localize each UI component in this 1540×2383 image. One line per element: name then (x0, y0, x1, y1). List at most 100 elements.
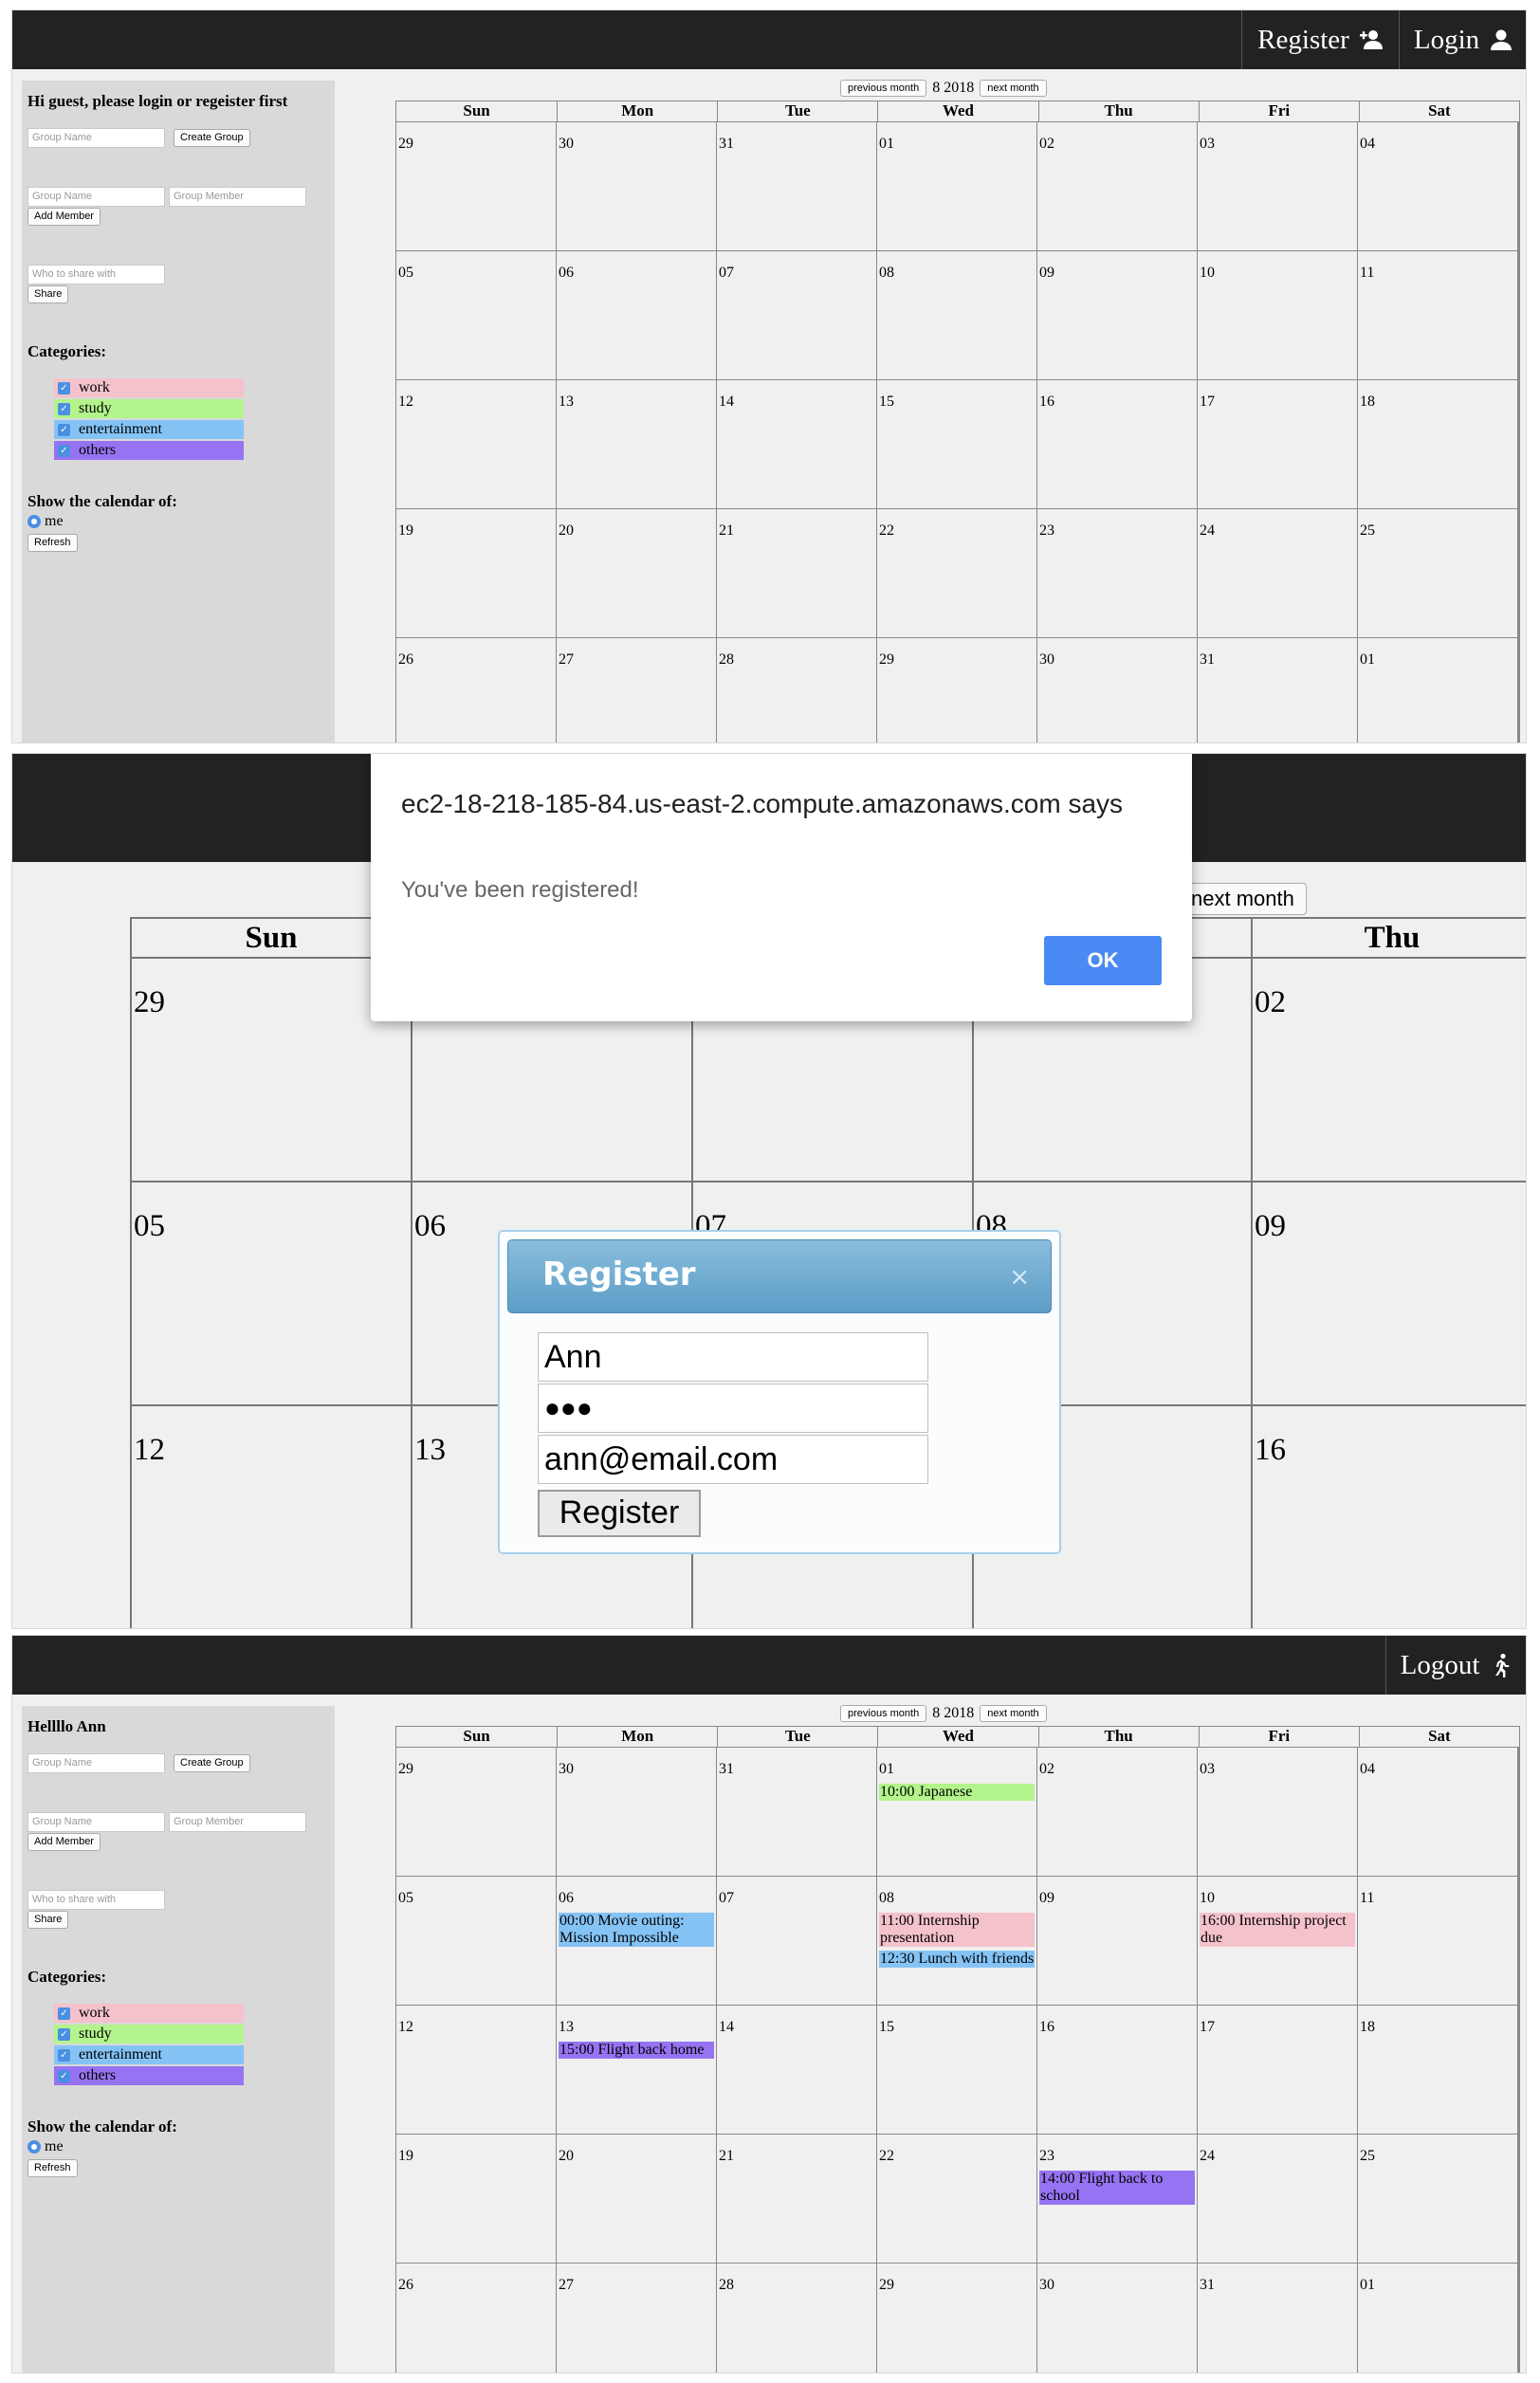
category-work[interactable]: ✓ work (54, 378, 244, 397)
day-cell[interactable]: 15 (877, 2006, 1037, 2135)
day-cell[interactable]: 18 (1358, 380, 1518, 509)
checkbox-icon[interactable]: ✓ (58, 402, 70, 415)
day-cell[interactable]: 12 (132, 1406, 412, 1628)
radio-icon[interactable] (28, 2140, 41, 2154)
day-cell[interactable]: 24 (1198, 2135, 1358, 2264)
day-cell[interactable]: 23 14:00 Flight back to school (1037, 2135, 1198, 2264)
add-member-button[interactable]: Add Member (28, 208, 101, 226)
day-cell[interactable]: 09 (1037, 251, 1198, 380)
share-button[interactable]: Share (28, 1911, 69, 1929)
create-group-button[interactable]: Create Group (174, 129, 250, 147)
day-cell[interactable]: 25 (1358, 2135, 1518, 2264)
group-name-input[interactable]: Group Name (28, 1753, 165, 1773)
day-cell[interactable]: 19 (396, 2135, 557, 2264)
checkbox-icon[interactable]: ✓ (58, 2007, 70, 2020)
day-cell[interactable]: 30 (557, 1748, 717, 1877)
day-cell[interactable]: 23 (1037, 509, 1198, 638)
register-submit-button[interactable]: Register (538, 1490, 701, 1537)
share-button[interactable]: Share (28, 285, 69, 303)
day-cell[interactable]: 24 (1198, 509, 1358, 638)
day-cell[interactable]: 21 (717, 509, 877, 638)
member-group-name-input[interactable]: Group Name (28, 187, 165, 207)
checkbox-icon[interactable]: ✓ (58, 2069, 70, 2082)
day-cell[interactable]: 31 (1198, 638, 1358, 742)
day-cell[interactable]: 10 16:00 Internship project due (1198, 1877, 1358, 2006)
day-cell[interactable]: 13 15:00 Flight back home (557, 2006, 717, 2135)
day-cell[interactable]: 07 (717, 1877, 877, 2006)
password-input[interactable]: ●●● (538, 1384, 928, 1433)
category-study[interactable]: ✓ study (54, 399, 244, 418)
calendar-event[interactable]: 12:30 Lunch with friends (879, 1951, 1035, 1968)
day-cell[interactable]: 12 (396, 380, 557, 509)
day-cell[interactable]: 05 (132, 1182, 412, 1406)
day-cell[interactable]: 01 (1358, 638, 1518, 742)
calendar-event[interactable]: 15:00 Flight back home (559, 2042, 714, 2059)
day-cell[interactable]: 01 (1358, 2264, 1518, 2373)
day-cell[interactable]: 01 (877, 122, 1037, 251)
day-cell[interactable]: 04 (1358, 1748, 1518, 1877)
day-cell[interactable]: 07 (717, 251, 877, 380)
show-me-radio[interactable]: me (28, 2138, 64, 2155)
day-cell[interactable]: 26 (396, 2264, 557, 2373)
day-cell[interactable]: 27 (557, 2264, 717, 2373)
day-cell[interactable]: 05 (396, 251, 557, 380)
day-cell[interactable]: 01 10:00 Japanese (877, 1748, 1037, 1877)
day-cell[interactable]: 30 (557, 122, 717, 251)
day-cell[interactable]: 02 (1037, 1748, 1198, 1877)
show-me-radio[interactable]: me (28, 513, 64, 530)
day-cell[interactable]: 29 (877, 638, 1037, 742)
day-cell[interactable]: 13 (557, 380, 717, 509)
checkbox-icon[interactable]: ✓ (58, 2027, 70, 2041)
day-cell[interactable]: 22 (877, 2135, 1037, 2264)
email-input[interactable]: ann@email.com (538, 1435, 928, 1484)
checkbox-icon[interactable]: ✓ (58, 381, 70, 394)
share-with-input[interactable]: Who to share with (28, 1890, 165, 1910)
dialog-titlebar[interactable]: Register × (507, 1239, 1052, 1313)
day-cell[interactable]: 18 (1358, 2006, 1518, 2135)
day-cell[interactable]: 20 (557, 2135, 717, 2264)
day-cell[interactable]: 16 (1037, 380, 1198, 509)
register-nav-button[interactable]: Register (1241, 10, 1399, 69)
day-cell[interactable]: 05 (396, 1877, 557, 2006)
day-cell[interactable]: 28 (717, 638, 877, 742)
day-cell[interactable]: 22 (877, 509, 1037, 638)
previous-month-button[interactable]: previous month (840, 1705, 927, 1722)
group-member-input[interactable]: Group Member (169, 1812, 306, 1832)
add-member-button[interactable]: Add Member (28, 1833, 101, 1851)
day-cell[interactable]: 26 (396, 638, 557, 742)
day-cell[interactable]: 09 (1253, 1182, 1526, 1406)
share-with-input[interactable]: Who to share with (28, 265, 165, 284)
day-cell[interactable]: 29 (396, 1748, 557, 1877)
day-cell[interactable]: 28 (717, 2264, 877, 2373)
calendar-event[interactable]: 10:00 Japanese (879, 1784, 1035, 1801)
refresh-button[interactable]: Refresh (28, 534, 78, 552)
day-cell[interactable]: 30 (1037, 2264, 1198, 2373)
day-cell[interactable]: 21 (717, 2135, 877, 2264)
category-entertainment[interactable]: ✓ entertainment (54, 420, 244, 439)
group-member-input[interactable]: Group Member (169, 187, 306, 207)
day-cell[interactable]: 31 (1198, 2264, 1358, 2373)
day-cell[interactable]: 31 (717, 122, 877, 251)
category-entertainment[interactable]: ✓ entertainment (54, 2045, 244, 2064)
day-cell[interactable]: 11 (1358, 1877, 1518, 2006)
login-nav-button[interactable]: Login (1399, 10, 1526, 69)
previous-month-button[interactable]: previous month (840, 80, 927, 97)
checkbox-icon[interactable]: ✓ (58, 423, 70, 436)
checkbox-icon[interactable]: ✓ (58, 2048, 70, 2062)
radio-icon[interactable] (28, 515, 41, 528)
day-cell[interactable]: 08 (877, 251, 1037, 380)
day-cell[interactable]: 02 (1037, 122, 1198, 251)
day-cell[interactable]: 14 (717, 380, 877, 509)
day-cell[interactable]: 02 (1253, 959, 1526, 1182)
day-cell[interactable]: 16 (1253, 1406, 1526, 1628)
calendar-event[interactable]: 14:00 Flight back to school (1039, 2171, 1195, 2205)
day-cell[interactable]: 19 (396, 509, 557, 638)
day-cell[interactable]: 20 (557, 509, 717, 638)
day-cell[interactable]: 03 (1198, 1748, 1358, 1877)
logout-nav-button[interactable]: Logout (1385, 1636, 1526, 1695)
day-cell[interactable]: 29 (877, 2264, 1037, 2373)
member-group-name-input[interactable]: Group Name (28, 1812, 165, 1832)
day-cell[interactable]: 17 (1198, 380, 1358, 509)
day-cell[interactable]: 06 (557, 251, 717, 380)
day-cell[interactable]: 17 (1198, 2006, 1358, 2135)
